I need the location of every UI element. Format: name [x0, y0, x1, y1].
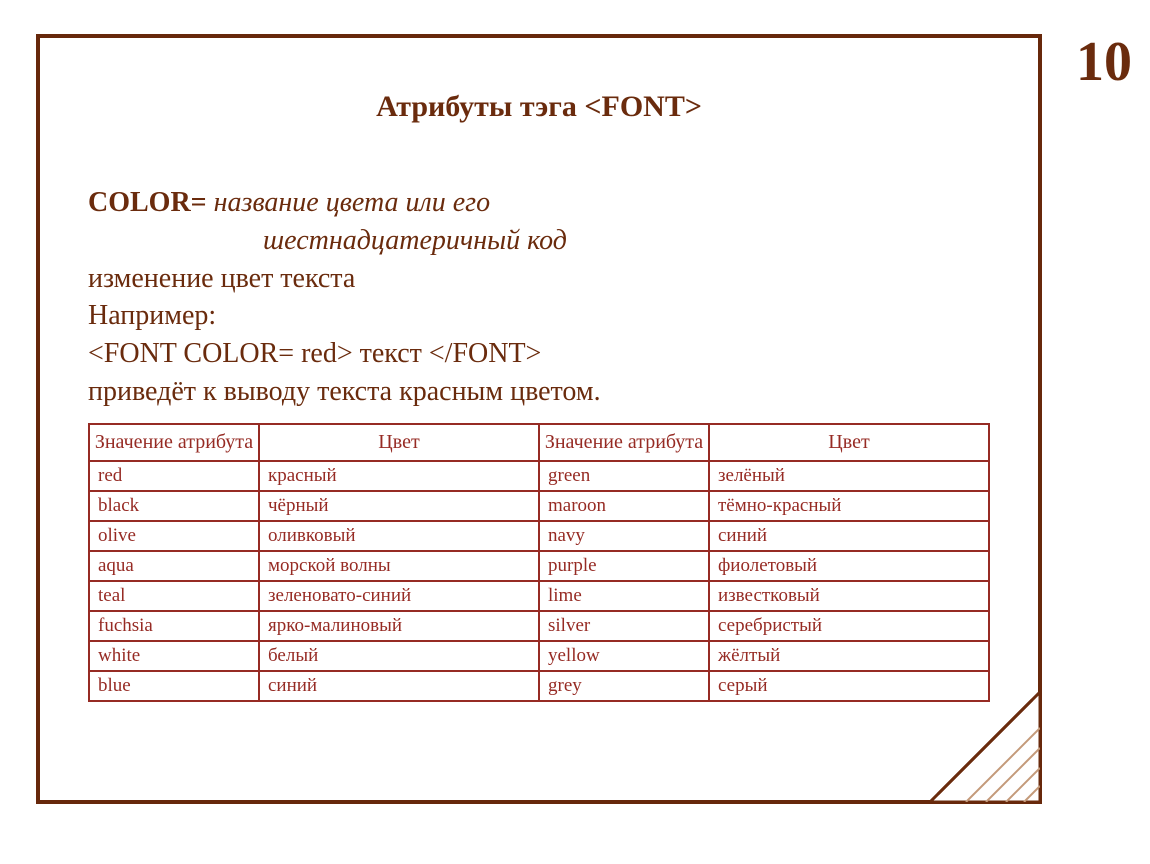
table-cell: green [539, 461, 709, 491]
table-cell: фиолетовый [709, 551, 989, 581]
table-row: blueсинийgreyсерый [89, 671, 989, 701]
table-cell: чёрный [259, 491, 539, 521]
table-cell: известковый [709, 581, 989, 611]
desc-change: изменение цвет текста [88, 260, 990, 298]
table-cell: белый [259, 641, 539, 671]
table-cell: red [89, 461, 259, 491]
slide-content: COLOR= название цвета или его шестнадцат… [88, 184, 990, 411]
attr-desc-1: название цвета или его [207, 187, 490, 218]
table-cell: ярко-малиновый [259, 611, 539, 641]
desc-example-label: Например: [88, 297, 990, 335]
table-cell: синий [709, 521, 989, 551]
th-3: Цвет [709, 424, 989, 461]
attr-label: COLOR= [88, 187, 207, 218]
table-cell: тёмно-красный [709, 491, 989, 521]
table-cell: white [89, 641, 259, 671]
desc-result: приведёт к выводу текста красным цветом. [88, 373, 990, 411]
table-row: aquaморской волныpurpleфиолетовый [89, 551, 989, 581]
table-cell: silver [539, 611, 709, 641]
table-cell: серебристый [709, 611, 989, 641]
page-number: 10 [1076, 30, 1132, 94]
th-2: Значение атрибута [539, 424, 709, 461]
table-cell: lime [539, 581, 709, 611]
table-cell: fuchsia [89, 611, 259, 641]
table-cell: grey [539, 671, 709, 701]
table-cell: yellow [539, 641, 709, 671]
table-cell: black [89, 491, 259, 521]
table-cell: красный [259, 461, 539, 491]
table-cell: серый [709, 671, 989, 701]
table-cell: blue [89, 671, 259, 701]
table-row: blackчёрныйmaroonтёмно-красный [89, 491, 989, 521]
table-cell: зеленовато-синий [259, 581, 539, 611]
table-row: redкрасныйgreenзелёный [89, 461, 989, 491]
color-table: Значение атрибута Цвет Значение атрибута… [88, 423, 990, 702]
table-cell: maroon [539, 491, 709, 521]
table-head: Значение атрибута Цвет Значение атрибута… [89, 424, 989, 461]
table-cell: жёлтый [709, 641, 989, 671]
table-row: tealзеленовато-синийlimeизвестковый [89, 581, 989, 611]
table-body: redкрасныйgreenзелёныйblackчёрныйmaroonт… [89, 461, 989, 701]
table-cell: зелёный [709, 461, 989, 491]
attr-line-1: COLOR= название цвета или его [88, 184, 990, 222]
table-cell: aqua [89, 551, 259, 581]
corner-fold-icon [930, 692, 1040, 802]
table-row: whiteбелыйyellowжёлтый [89, 641, 989, 671]
table-cell: navy [539, 521, 709, 551]
th-0: Значение атрибута [89, 424, 259, 461]
table-cell: морской волны [259, 551, 539, 581]
th-1: Цвет [259, 424, 539, 461]
table-cell: оливковый [259, 521, 539, 551]
slide-title: Атрибуты тэга <FONT> [40, 90, 1038, 124]
table-cell: purple [539, 551, 709, 581]
table-cell: olive [89, 521, 259, 551]
table-row: fuchsiaярко-малиновыйsilverсеребристый [89, 611, 989, 641]
table-row: oliveоливковыйnavyсиний [89, 521, 989, 551]
table-cell: teal [89, 581, 259, 611]
attr-desc-2: шестнадцатеричный код [88, 222, 990, 260]
example-code: <FONT COLOR= red> текст </FONT> [88, 335, 990, 373]
table-header-row: Значение атрибута Цвет Значение атрибута… [89, 424, 989, 461]
table-cell: синий [259, 671, 539, 701]
slide-frame: Атрибуты тэга <FONT> COLOR= название цве… [36, 34, 1042, 804]
